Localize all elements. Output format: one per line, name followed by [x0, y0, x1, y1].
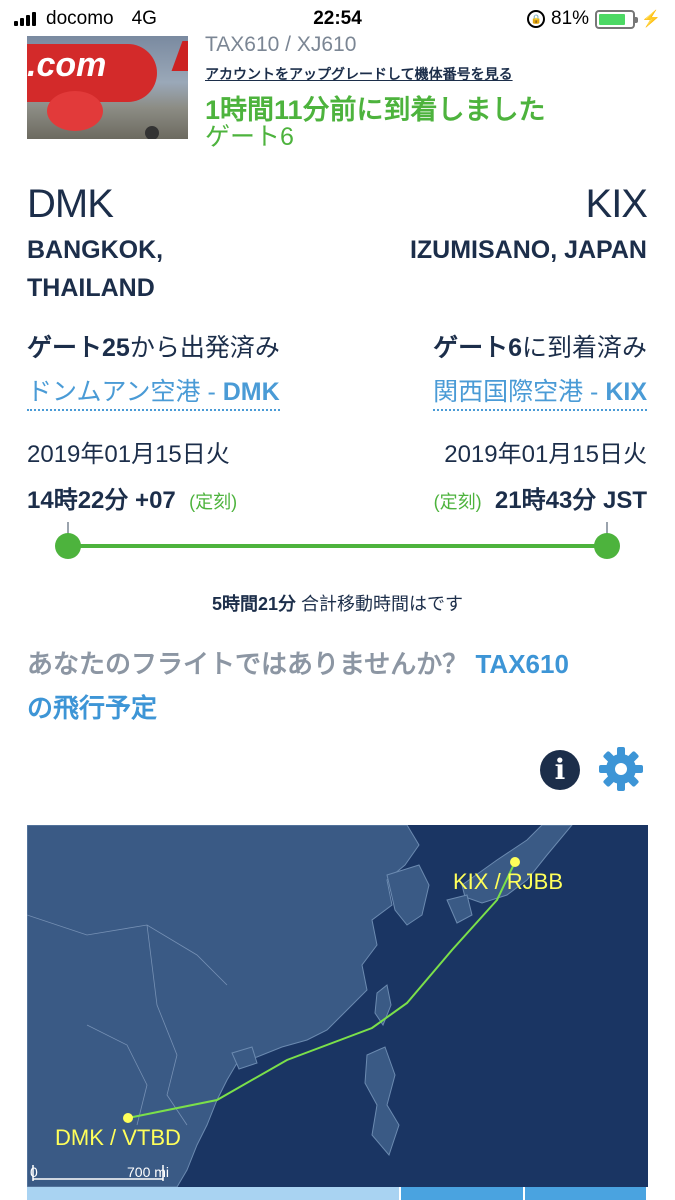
battery-icon — [595, 9, 639, 29]
origin-city: BANGKOK, THAILAND — [27, 231, 227, 307]
status-right: 🔒 81% ⚡ — [527, 8, 661, 30]
destination-airport-code: KIX — [605, 378, 647, 406]
bottom-tab-bar — [27, 1187, 648, 1200]
total-duration: 5時間21分 — [211, 594, 297, 614]
aircraft-tail — [171, 41, 188, 71]
origin-ontime: (定刻) — [189, 492, 238, 512]
destination-airport-name: 関西国際空港 - — [433, 378, 606, 406]
origin-code: DMK — [27, 182, 114, 226]
bottom-tab-3[interactable] — [525, 1187, 646, 1200]
origin-time: 14時22分 +07 (定刻) — [27, 480, 237, 515]
total-duration-label: 合計移動時間はです — [296, 594, 464, 614]
gear-icon[interactable] — [597, 745, 645, 793]
progress-end-dot — [594, 533, 620, 559]
destination-date: 2019年01月15日火 — [444, 441, 647, 468]
destination-marker — [510, 857, 520, 867]
upgrade-link[interactable]: アカウントをアップグレードして機体番号を見る — [205, 64, 513, 84]
aircraft-engine — [47, 91, 103, 131]
destination-airport-link[interactable]: 関西国際空港 - KIX — [433, 372, 647, 411]
charging-icon: ⚡ — [641, 11, 661, 28]
scale-label: 700 mi — [127, 1164, 169, 1180]
schedule-link-flight: TAX610 — [475, 649, 569, 679]
bottom-tab-2[interactable] — [401, 1187, 523, 1200]
origin-gate-status: から出発済み — [129, 334, 280, 362]
origin-map-label: DMK / VTBD — [55, 1125, 181, 1150]
origin-airport-name: ドンムアン空港 - — [27, 378, 223, 406]
destination-city: IZUMISANO, JAPAN — [409, 236, 647, 264]
scale-zero: 0 — [30, 1164, 38, 1180]
destination-gate-status: に到着済み — [521, 334, 647, 362]
origin-airport-code: DMK — [222, 378, 280, 406]
destination-code: KIX — [585, 182, 648, 226]
bottom-tab-1[interactable] — [27, 1187, 399, 1200]
origin-airport-link[interactable]: ドンムアン空港 - DMK — [27, 372, 280, 411]
destination-map-label: KIX / RJBB — [453, 869, 563, 894]
battery-percent: 81% — [551, 8, 590, 29]
battery-fill — [599, 13, 625, 25]
origin-marker — [123, 1113, 133, 1123]
not-your-flight-question: あなたのフライトではありませんか？ — [27, 649, 469, 679]
destination-gate-number: ゲート6 — [433, 334, 522, 362]
total-travel-time: 5時間21分 合計移動時間はです — [0, 590, 675, 616]
rotation-lock-icon: 🔒 — [527, 10, 546, 28]
arrival-gate-header: ゲート6 — [205, 123, 294, 151]
destination-ontime: (定刻) — [433, 492, 482, 512]
flight-map[interactable]: KIX / RJBB DMK / VTBD 0 700 mi — [27, 825, 648, 1187]
schedule-link-text: の飛行予定 — [27, 693, 158, 723]
origin-gate: ゲート25から出発済み — [27, 328, 280, 364]
origin-date: 2019年01月15日火 — [27, 441, 230, 468]
info-icon[interactable]: i — [540, 750, 580, 790]
destination-time: (定刻) 21時43分 JST — [434, 480, 647, 515]
not-your-flight: あなたのフライトではありませんか？ TAX610 の飛行予定 — [27, 642, 647, 730]
progress-start-dot — [55, 533, 81, 559]
origin-city-line1: BANGKOK, — [27, 236, 164, 264]
origin-gate-number: ゲート25 — [27, 334, 130, 362]
aircraft-photo[interactable]: .com — [27, 36, 188, 139]
flight-codes: TAX610 / XJ610 — [205, 33, 357, 56]
aircraft-gear — [145, 126, 159, 139]
aircraft-livery-text: .com — [27, 46, 107, 84]
origin-city-line2: THAILAND — [27, 274, 155, 302]
destination-gate: ゲート6に到着済み — [433, 328, 647, 364]
progress-track — [68, 544, 606, 548]
destination-time-value: 21時43分 JST — [494, 487, 647, 514]
origin-time-value: 14時22分 +07 — [27, 487, 176, 514]
